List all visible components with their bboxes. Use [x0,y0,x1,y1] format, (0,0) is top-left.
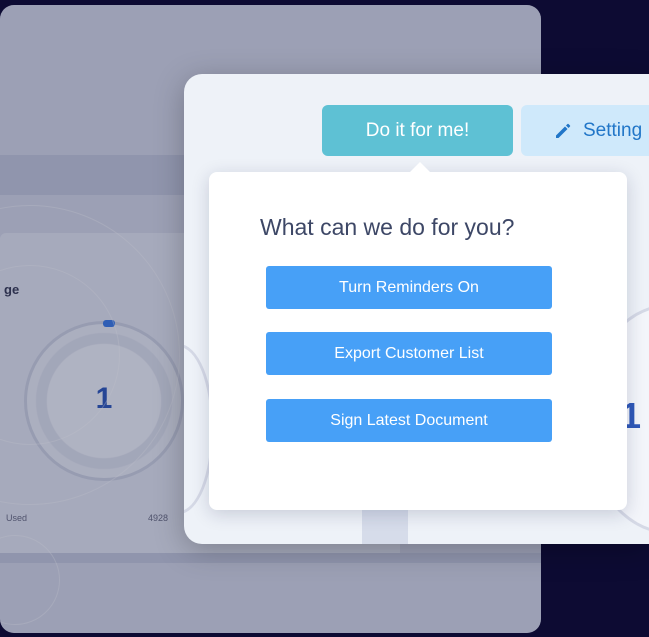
popover-arrow [409,162,431,173]
sign-latest-document-button[interactable]: Sign Latest Document [266,399,552,442]
do-it-for-me-label: Do it for me! [365,119,470,141]
foreground-bottom-strip [362,510,408,544]
popover-title: What can we do for you? [260,214,515,240]
pencil-icon [553,121,573,141]
export-customer-list-button[interactable]: Export Customer List [266,332,552,375]
action-label: Export Customer List [334,344,484,362]
action-label: Sign Latest Document [330,411,488,429]
action-label: Turn Reminders On [339,278,479,296]
do-it-for-me-popover: What can we do for you? Turn Reminders O… [209,162,627,510]
do-it-for-me-button[interactable]: Do it for me! [322,105,513,156]
turn-reminders-on-button[interactable]: Turn Reminders On [266,266,552,309]
settings-button[interactable]: Setting [521,105,649,156]
settings-label: Setting [583,119,643,141]
